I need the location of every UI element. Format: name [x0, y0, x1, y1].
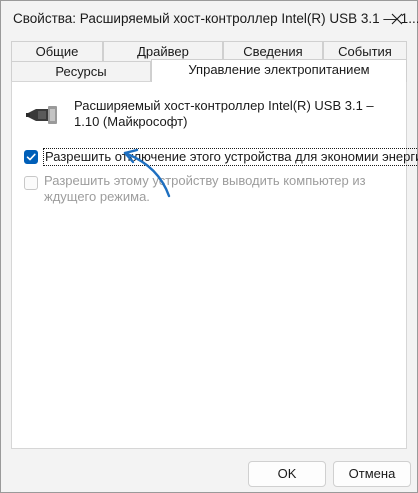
close-icon: [391, 13, 403, 25]
tab-resources[interactable]: Ресурсы: [11, 61, 151, 81]
tab-events[interactable]: События: [323, 41, 407, 61]
ok-button[interactable]: OK: [248, 461, 326, 487]
allow-wake-option: Разрешить этому устройству выводить комп…: [24, 173, 394, 206]
tab-driver[interactable]: Драйвер: [103, 41, 223, 61]
close-button[interactable]: [383, 5, 411, 33]
allow-wake-label: Разрешить этому устройству выводить комп…: [44, 173, 366, 204]
allow-wake-checkbox: [24, 176, 38, 190]
tab-strip: Общие Драйвер Сведения События Ресурсы У…: [11, 41, 407, 82]
title-bar: Свойства: Расширяемый хост-контроллер In…: [1, 1, 418, 37]
allow-turn-off-checkbox[interactable]: [24, 150, 38, 164]
allow-turn-off-option[interactable]: Разрешить отключение этого устройства дл…: [24, 148, 418, 166]
properties-dialog: Свойства: Расширяемый хост-контроллер In…: [0, 0, 418, 493]
allow-turn-off-label[interactable]: Разрешить отключение этого устройства дл…: [42, 148, 418, 166]
window-title: Свойства: Расширяемый хост-контроллер In…: [13, 11, 418, 26]
checkmark-icon: [26, 153, 36, 161]
device-header: Расширяемый хост-контроллер Intel(R) USB…: [26, 98, 396, 138]
usb-connector-icon: [26, 106, 57, 124]
tab-power-management[interactable]: Управление электропитанием: [151, 59, 407, 82]
tab-details[interactable]: Сведения: [223, 41, 323, 61]
power-management-panel: Расширяемый хост-контроллер Intel(R) USB…: [11, 81, 418, 449]
device-name: Расширяемый хост-контроллер Intel(R) USB…: [74, 98, 374, 129]
cancel-button[interactable]: Отмена: [333, 461, 411, 487]
tab-general[interactable]: Общие: [11, 41, 103, 61]
